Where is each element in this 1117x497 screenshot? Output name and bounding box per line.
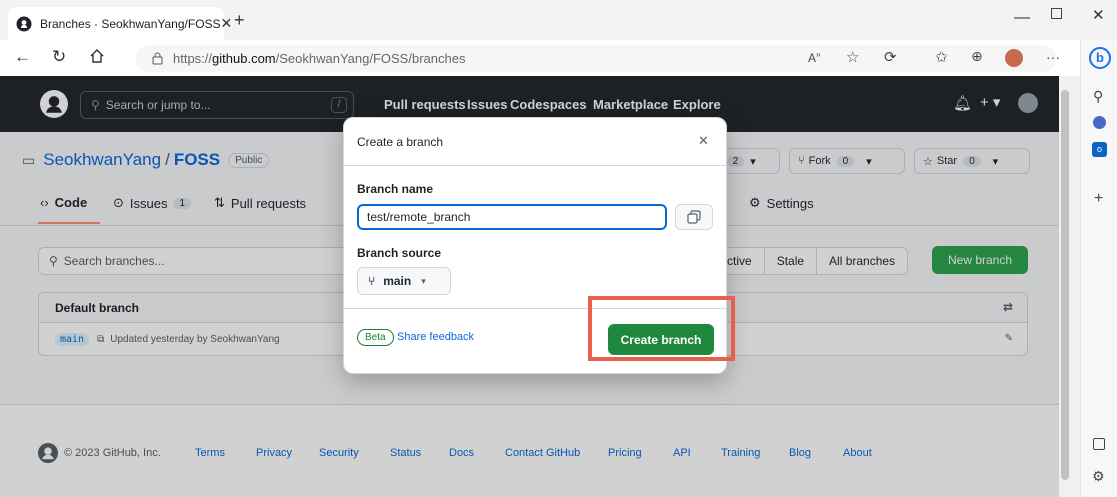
chevron-down-icon: ▾ [421,275,426,286]
sidebar-panel-icon[interactable] [1093,438,1105,450]
extensions-icon[interactable]: ⟳ [884,48,897,66]
dialog-title: Create a branch [357,134,444,149]
favorites-icon[interactable]: ✩ [935,48,948,66]
sidebar-settings-icon[interactable]: ⚙ [1092,468,1105,485]
sidebar-add-icon[interactable]: + [1094,190,1103,208]
url-proto: https:// [173,51,213,66]
sidebar-search-icon[interactable]: ⚲ [1093,88,1103,105]
minimize-icon[interactable]: — [1014,9,1030,27]
tab-title: Branches · SeokhwanYang/FOSS [40,16,221,31]
close-icon[interactable]: ✕ [698,133,714,149]
back-icon[interactable]: ← [14,47,31,67]
maximize-icon[interactable] [1051,8,1062,19]
new-tab-icon[interactable]: + [234,10,245,31]
close-tab-icon[interactable]: ✕ [221,15,233,32]
branch-source-label: Branch source [357,246,442,260]
home-icon[interactable] [89,48,105,64]
browser-tab-bar: Branches · SeokhwanYang/FOSS ✕ + — ✕ [0,0,1117,40]
more-options-icon[interactable]: ··· [1046,49,1060,65]
address-bar-row: ← ↻ https:// github.com /SeokhwanYang/FO… [0,40,1080,76]
copy-icon [687,210,701,224]
branch-name-label: Branch name [357,182,434,196]
copy-button[interactable] [675,204,713,230]
read-aloud-icon[interactable]: A» [808,50,820,65]
lock-icon [152,52,163,65]
browser-tab[interactable]: Branches · SeokhwanYang/FOSS ✕ [8,7,232,40]
beta-badge: Beta [357,329,394,346]
scrollbar-thumb[interactable] [1061,90,1069,480]
branch-name-input[interactable] [357,204,667,230]
favorite-add-icon[interactable]: ☆ [846,48,859,66]
url-path: /SeokhwanYang/FOSS/branches [275,51,466,66]
collections-icon[interactable]: ⊕ [971,48,983,65]
highlight-box [588,296,735,361]
url-field[interactable]: https:// github.com /SeokhwanYang/FOSS/b… [136,45,1056,72]
github-favicon-icon [16,16,32,32]
close-window-icon[interactable]: ✕ [1092,6,1105,24]
url-host: github.com [212,51,276,66]
browser-sidebar: b ⚲ o + ⚙ [1080,40,1117,497]
dialog-header: Create a branch [344,118,726,166]
sidebar-tools-icon[interactable] [1093,116,1106,129]
outlook-icon[interactable]: o [1092,142,1107,157]
profile-icon[interactable] [1005,49,1023,67]
share-feedback-link[interactable]: Share feedback [397,331,474,343]
branch-source-select[interactable]: ⑂ main ▾ [357,267,451,295]
copilot-icon[interactable]: b [1089,47,1111,69]
branch-source-value: main [383,274,412,288]
refresh-icon[interactable]: ↻ [52,47,66,67]
branch-icon: ⑂ [368,274,376,288]
